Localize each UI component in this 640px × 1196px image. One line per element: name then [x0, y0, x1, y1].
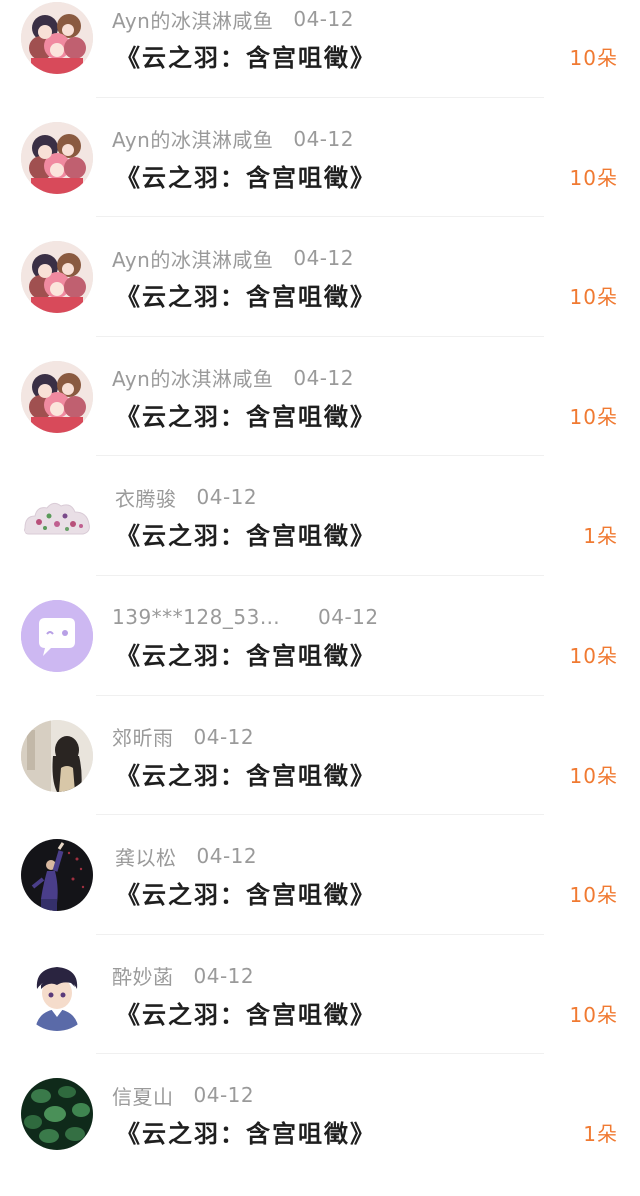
book-title[interactable]: 《云之羽：含宫咀徵》: [116, 158, 376, 193]
item-meta: 郊昕雨 04-12: [112, 722, 254, 752]
book-title[interactable]: 《云之羽：含宫咀徵》: [116, 875, 376, 910]
divider: [96, 216, 544, 218]
item-meta: 139***128_53… 04-12: [112, 602, 379, 632]
gift-date: 04-12: [293, 126, 354, 151]
gift-amount: 10朵: [569, 165, 618, 190]
list-item[interactable]: 信夏山 04-12 《云之羽：含宫咀徵》 1朵: [0, 1076, 640, 1196]
item-meta: 信夏山 04-12: [112, 1080, 254, 1110]
user-name[interactable]: Ayn的冰淇淋咸鱼: [112, 5, 273, 34]
user-name[interactable]: 信夏山: [112, 1081, 174, 1110]
gift-date: 04-12: [293, 246, 354, 271]
list-item[interactable]: Ayn的冰淇淋咸鱼 04-12 《云之羽：含宫咀徵》 10朵: [0, 359, 640, 479]
book-title[interactable]: 《云之羽：含宫咀徵》: [116, 1114, 376, 1149]
gift-amount: 10朵: [569, 1002, 618, 1027]
purple-chat-bubble-avatar-icon[interactable]: [21, 599, 93, 672]
item-meta: 衣腾骏 04-12: [115, 482, 257, 512]
book-title[interactable]: 《云之羽：含宫咀徵》: [116, 756, 376, 791]
list-item[interactable]: 龚以松 04-12 《云之羽：含宫咀徵》 10朵: [0, 837, 640, 957]
gift-date: 04-12: [196, 844, 258, 869]
gift-amount: 10朵: [569, 46, 618, 70]
user-name[interactable]: 139***128_53…: [112, 605, 298, 629]
gift-amount: 1朵: [583, 1122, 618, 1147]
item-meta: Ayn的冰淇淋咸鱼 04-12: [112, 363, 354, 393]
item-meta: 龚以松 04-12: [115, 841, 257, 871]
list-item[interactable]: 酔妙菡 04-12 《云之羽：含宫咀徵》 10朵: [0, 957, 640, 1077]
divider: [96, 814, 544, 816]
divider: [96, 694, 544, 696]
list-item[interactable]: 郊昕雨 04-12 《云之羽：含宫咀徵》 10朵: [0, 718, 640, 838]
divider: [96, 96, 544, 98]
user-name[interactable]: 衣腾骏: [115, 483, 177, 512]
anime-girls-group-avatar-icon[interactable]: [21, 2, 93, 74]
gift-date: 04-12: [293, 365, 354, 390]
user-name[interactable]: 酔妙菡: [112, 961, 174, 990]
user-name[interactable]: 郊昕雨: [112, 722, 174, 751]
gift-amount: 1朵: [583, 524, 618, 549]
list-item[interactable]: 衣腾骏 04-12 《云之羽：含宫咀徵》 1朵: [0, 478, 640, 598]
gift-amount: 10朵: [569, 643, 618, 668]
gift-date: 04-12: [193, 724, 255, 749]
user-name[interactable]: 龚以松: [115, 842, 177, 871]
gift-amount: 10朵: [569, 883, 618, 908]
user-name[interactable]: Ayn的冰淇淋咸鱼: [112, 363, 273, 392]
user-name[interactable]: Ayn的冰淇淋咸鱼: [112, 244, 273, 273]
item-meta: Ayn的冰淇淋咸鱼 04-12: [112, 4, 354, 34]
item-meta: Ayn的冰淇淋咸鱼 04-12: [112, 243, 354, 273]
dancer-photo-avatar-icon[interactable]: [21, 839, 93, 912]
anime-girls-group-avatar-icon[interactable]: [21, 241, 93, 314]
item-meta: 酔妙菡 04-12: [112, 961, 254, 991]
list-item[interactable]: Ayn的冰淇淋咸鱼 04-12 《云之羽：含宫咀徵》 10朵: [0, 239, 640, 359]
list-item[interactable]: Ayn的冰淇淋咸鱼 04-12 《云之羽：含宫咀徵》 10朵: [0, 0, 640, 120]
item-meta: Ayn的冰淇淋咸鱼 04-12: [112, 124, 354, 154]
list-item[interactable]: 139***128_53… 04-12 《云之羽：含宫咀徵》 10朵: [0, 598, 640, 718]
gift-date: 04-12: [193, 1083, 255, 1108]
book-title[interactable]: 《云之羽：含宫咀徵》: [116, 636, 376, 671]
gift-date: 04-12: [318, 604, 379, 629]
gift-amount: 10朵: [569, 285, 618, 310]
green-leaves-avatar-icon[interactable]: [21, 1078, 93, 1151]
gift-date: 04-12: [293, 7, 354, 31]
book-title[interactable]: 《云之羽：含宫咀徵》: [116, 516, 376, 551]
gift-amount: 10朵: [569, 404, 618, 429]
book-title[interactable]: 《云之羽：含宫咀徵》: [116, 995, 376, 1030]
gift-date: 04-12: [193, 963, 255, 988]
anime-boy-avatar-icon[interactable]: [21, 958, 93, 1031]
divider: [96, 933, 544, 935]
anime-girls-group-avatar-icon[interactable]: [21, 360, 93, 433]
gift-date: 04-12: [196, 485, 258, 510]
book-title[interactable]: 《云之羽：含宫咀徵》: [116, 277, 376, 312]
divider: [96, 335, 544, 337]
flower-cloud-avatar-icon[interactable]: [21, 480, 93, 553]
divider: [96, 455, 544, 457]
girl-photo-avatar-icon[interactable]: [21, 719, 93, 792]
book-title[interactable]: 《云之羽：含宫咀徵》: [116, 38, 376, 73]
book-title[interactable]: 《云之羽：含宫咀徵》: [116, 397, 376, 432]
gift-record-list: Ayn的冰淇淋咸鱼 04-12 《云之羽：含宫咀徵》 10朵 Ayn的冰淇淋咸鱼: [0, 0, 640, 1164]
divider: [96, 574, 544, 576]
list-item[interactable]: Ayn的冰淇淋咸鱼 04-12 《云之羽：含宫咀徵》 10朵: [0, 120, 640, 240]
anime-girls-group-avatar-icon[interactable]: [21, 121, 93, 194]
divider: [96, 1053, 544, 1055]
user-name[interactable]: Ayn的冰淇淋咸鱼: [112, 124, 273, 153]
gift-amount: 10朵: [569, 763, 618, 788]
